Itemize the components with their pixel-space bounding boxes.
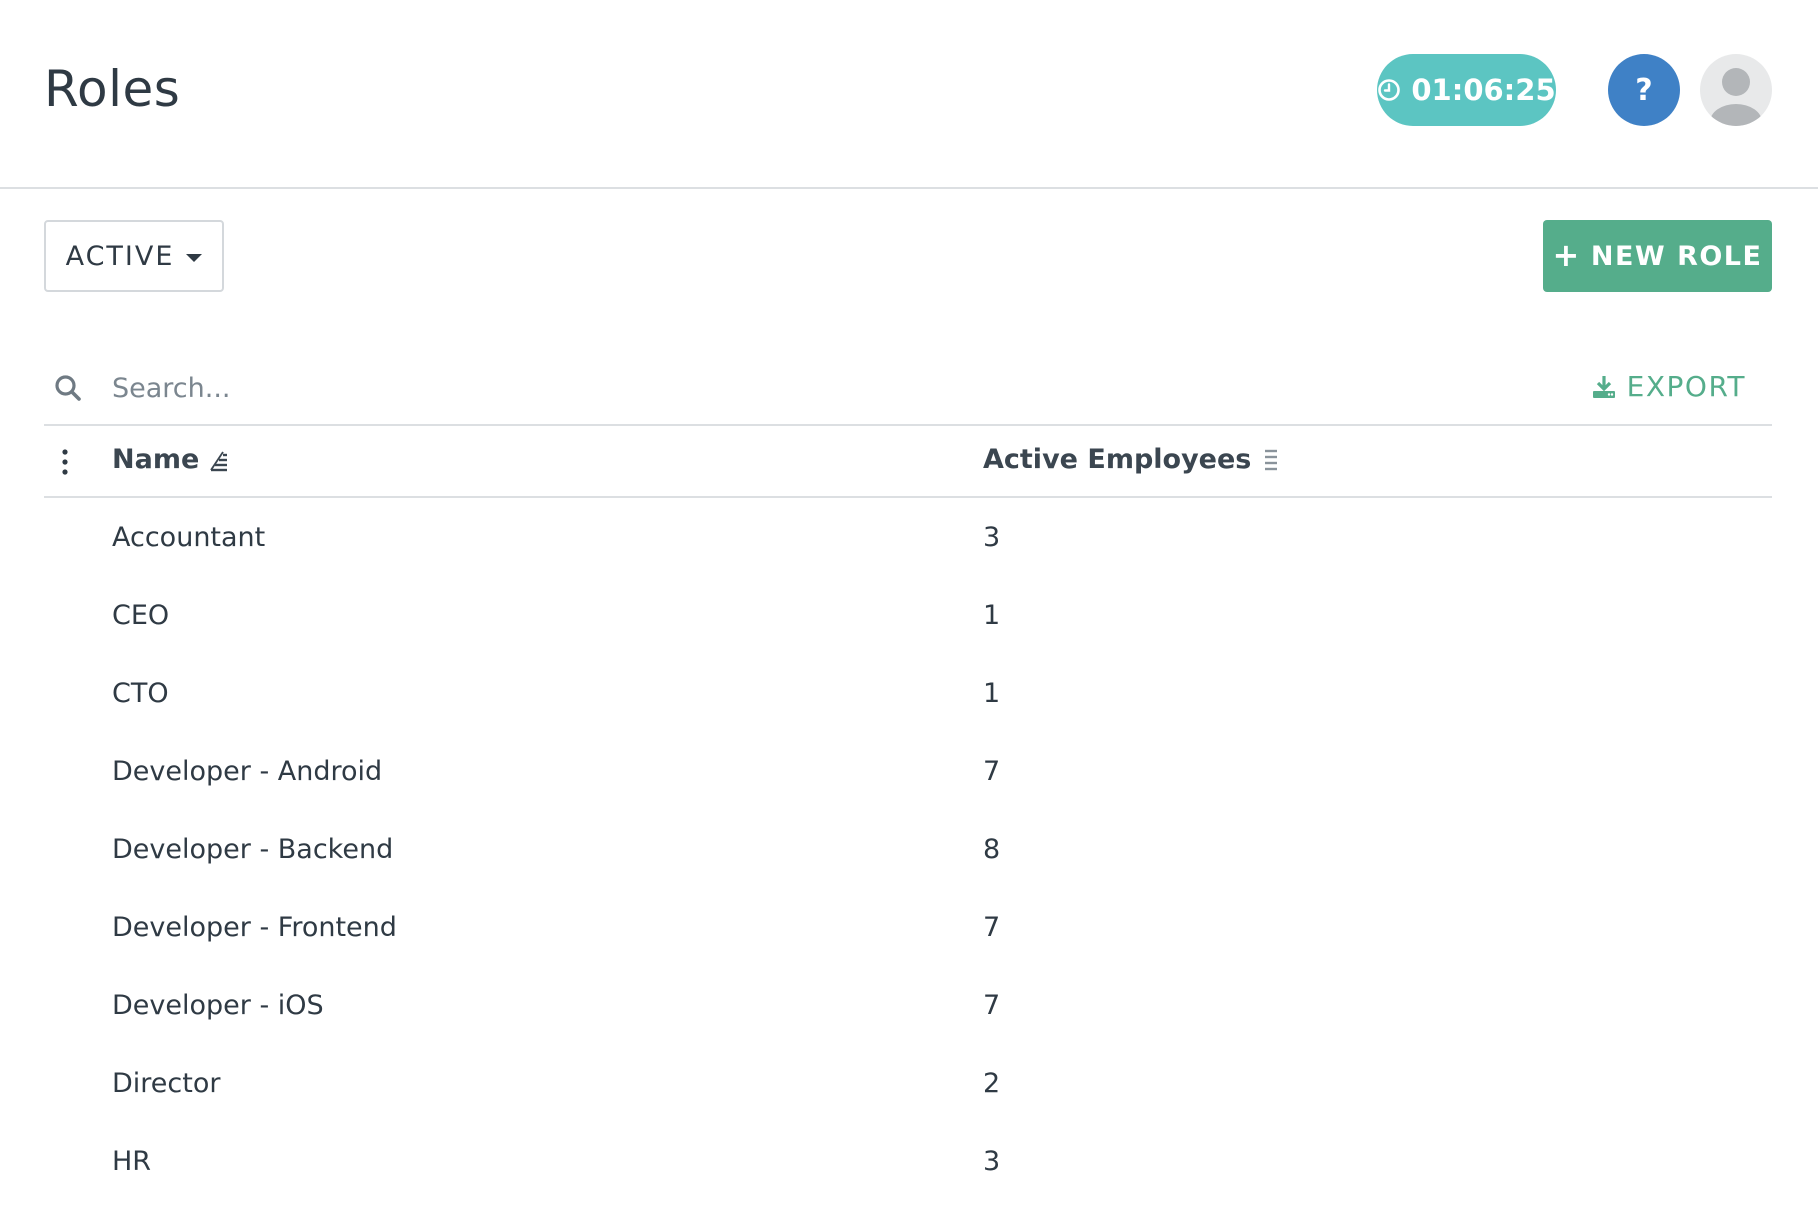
active-employees-count: 1 <box>983 600 1001 631</box>
export-label: EXPORT <box>1626 370 1746 403</box>
role-name: Developer - Frontend <box>112 912 397 943</box>
table-row[interactable]: Director 2 <box>44 1048 1772 1126</box>
column-header-active-employees-label: Active Employees <box>983 444 1252 475</box>
new-role-label: NEW ROLE <box>1590 240 1763 272</box>
column-header-active-employees[interactable]: Active Employees <box>983 444 1281 475</box>
active-employees-count: 8 <box>983 834 1001 865</box>
active-employees-count: 1 <box>983 678 1001 709</box>
table-header: Name Active Employees <box>44 426 1772 498</box>
role-name: Director <box>112 1068 221 1099</box>
role-name: HR <box>112 1146 152 1177</box>
column-header-name[interactable]: Name <box>112 444 229 475</box>
status-filter-label: ACTIVE <box>65 240 175 272</box>
role-name: Developer - Android <box>112 756 383 787</box>
download-icon <box>1592 375 1615 398</box>
export-button[interactable]: EXPORT <box>1591 370 1746 403</box>
new-role-button[interactable]: + NEW ROLE <box>1543 220 1772 292</box>
search-icon <box>55 375 81 401</box>
timer-value: 01:06:25 <box>1411 73 1556 107</box>
active-employees-count: 7 <box>983 912 1001 943</box>
table-row[interactable]: CTO 1 <box>44 658 1772 736</box>
search-input[interactable] <box>112 366 1012 410</box>
avatar[interactable] <box>1700 54 1772 126</box>
table-row[interactable]: Developer - iOS 7 <box>44 970 1772 1048</box>
sort-icon <box>1265 449 1278 470</box>
clock-icon <box>1378 79 1401 101</box>
table-row[interactable]: Accountant 3 <box>44 502 1772 580</box>
role-name: CEO <box>112 600 170 631</box>
role-name: Developer - Backend <box>112 834 394 865</box>
role-name: Accountant <box>112 522 266 553</box>
active-employees-count: 3 <box>983 1146 1001 1177</box>
active-employees-count: 2 <box>983 1068 1001 1099</box>
help-button[interactable]: ? <box>1608 54 1680 126</box>
sort-ascending-icon <box>210 451 228 471</box>
caret-down-icon <box>186 253 203 262</box>
role-name: CTO <box>112 678 169 709</box>
user-icon <box>1710 68 1762 126</box>
page-title: Roles <box>44 60 181 118</box>
table-row[interactable]: CEO 1 <box>44 580 1772 658</box>
page-header: Roles 01:06:25 ? <box>0 0 1818 189</box>
timer-button[interactable]: 01:06:25 <box>1377 54 1556 126</box>
kebab-menu-icon[interactable] <box>60 448 70 476</box>
role-name: Developer - iOS <box>112 990 324 1021</box>
help-label: ? <box>1635 72 1653 108</box>
table-row[interactable]: HR 3 <box>44 1126 1772 1204</box>
table-body: Accountant 3 CEO 1 CTO 1 Developer - And… <box>44 502 1772 1204</box>
active-employees-count: 7 <box>983 990 1001 1021</box>
table-row[interactable]: Developer - Frontend 7 <box>44 892 1772 970</box>
table-row[interactable]: Developer - Backend 8 <box>44 814 1772 892</box>
active-employees-count: 7 <box>983 756 1001 787</box>
search-bar: EXPORT <box>44 352 1772 426</box>
column-header-name-label: Name <box>112 444 200 475</box>
status-filter-dropdown[interactable]: ACTIVE <box>44 220 224 292</box>
active-employees-count: 3 <box>983 522 1001 553</box>
table-row[interactable]: Developer - Android 7 <box>44 736 1772 814</box>
plus-icon: + <box>1552 235 1581 274</box>
